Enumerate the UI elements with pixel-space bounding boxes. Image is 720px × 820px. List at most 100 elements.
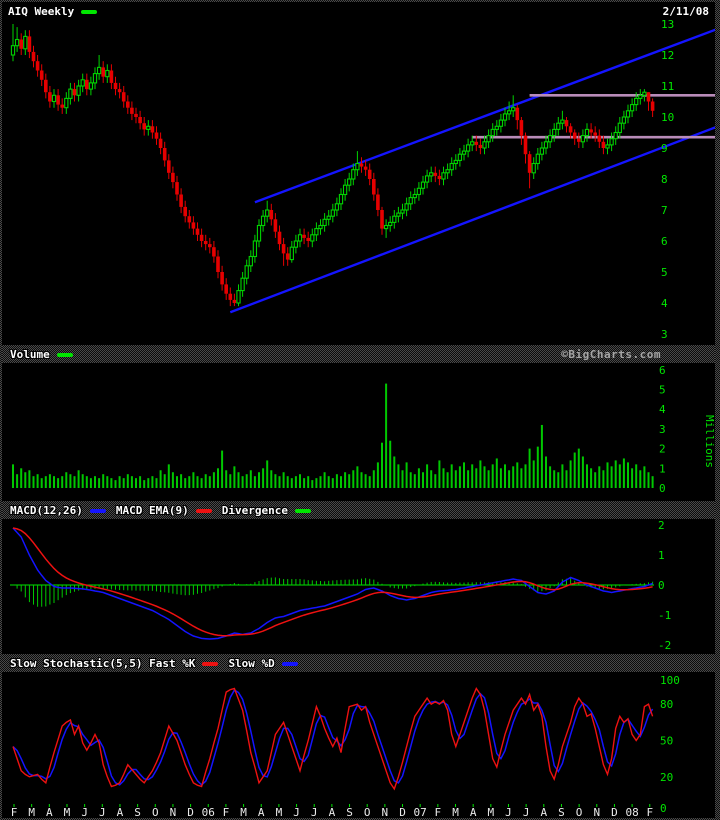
price-axis-label: 9 (661, 142, 668, 155)
price-axis-label: 11 (661, 80, 674, 93)
volume-bar (258, 472, 260, 488)
volume-bar (569, 460, 572, 488)
candle-body (498, 119, 504, 127)
candle-body (92, 73, 98, 84)
volume-bar (176, 476, 178, 488)
volume-bar (118, 476, 121, 488)
candle-body (629, 104, 635, 112)
volume-bar (618, 464, 621, 488)
candle-body (474, 141, 479, 145)
volume-bar (647, 472, 650, 488)
candle-body (285, 253, 290, 260)
candle-body (281, 244, 286, 254)
candle-body (23, 35, 28, 50)
volume-bar (94, 476, 96, 488)
volume-bar (356, 466, 359, 488)
price-axis-label: 5 (661, 266, 668, 279)
volume-bar (540, 424, 543, 488)
macd-panel-header: MACD(12,26) MACD EMA(9) Divergence (2, 501, 715, 519)
candle-body (523, 135, 528, 155)
candle-body (593, 132, 597, 136)
volume-bar (278, 476, 281, 488)
volume-bar (229, 474, 232, 488)
candle-body (326, 215, 331, 220)
volume-bar (24, 472, 27, 488)
candle-body (646, 92, 651, 102)
candle-body (437, 175, 442, 179)
volume-bar (204, 474, 207, 488)
volume-bar (114, 480, 117, 488)
candle-body (175, 182, 179, 195)
candle-body (216, 256, 220, 272)
candle-body (310, 234, 315, 242)
volume-bar (557, 472, 560, 488)
candle-body (10, 45, 16, 56)
volume-bar (327, 476, 330, 488)
volume-bar (65, 472, 68, 488)
volume-bar (253, 476, 256, 488)
macd-axis-label: 2 (658, 519, 665, 532)
volume-bar (262, 468, 265, 488)
volume-bar (590, 468, 593, 488)
volume-bar (372, 470, 375, 488)
divergence-legend-dash (294, 508, 311, 513)
candle-body (330, 209, 335, 217)
price-axis-label: 3 (661, 328, 668, 341)
candle-body (117, 89, 122, 93)
candle-body (68, 88, 73, 99)
volume-bar (393, 456, 396, 488)
volume-bar (561, 464, 564, 488)
candle-body (416, 187, 422, 196)
volume-bar (504, 464, 506, 488)
candle-body (461, 150, 467, 155)
price-axis-label: 4 (661, 297, 668, 310)
divergence-label: Divergence (221, 503, 288, 517)
candle-body (568, 126, 573, 133)
candle-body (347, 178, 352, 186)
candle-body (572, 132, 577, 139)
volume-bar (610, 466, 613, 488)
volume-bar (438, 460, 441, 488)
candle-body (511, 107, 516, 112)
volume-bar (430, 470, 433, 488)
x-tick-label: A (46, 806, 53, 818)
volume-bar (528, 448, 531, 488)
candle-body (199, 234, 204, 241)
price-axis-label: 8 (661, 173, 668, 186)
candle-body (621, 116, 627, 124)
volume-bar (171, 472, 174, 488)
price-axis-label: 7 (661, 204, 668, 217)
candle-body (400, 209, 405, 214)
candle-body (27, 36, 32, 52)
candle-body (363, 166, 368, 170)
volume-bar (516, 462, 519, 488)
stochastic-d-label: Slow %D (228, 656, 275, 670)
chart-body: AIQ Weekly 2/11/08 13 12 11 10 9 8 7 6 5 4 3 Volum… (2, 2, 715, 818)
candle-body (191, 222, 196, 229)
volume-bar (643, 466, 646, 488)
volume-bar (487, 470, 490, 488)
candle-body (441, 172, 446, 180)
stoch-k-line (12, 687, 654, 791)
x-tick-label: F (646, 806, 653, 818)
volume-bar (245, 474, 248, 488)
volume-bar (77, 470, 80, 488)
volume-bar (208, 476, 211, 488)
candle-body (547, 135, 553, 143)
volume-bar (102, 474, 105, 488)
volume-bar (241, 476, 244, 488)
volume-bar (331, 478, 334, 488)
candle-body (105, 69, 110, 78)
candle-body (252, 240, 258, 258)
volume-bar (344, 472, 347, 488)
candle-body (650, 101, 655, 111)
candle-body (625, 110, 631, 118)
price-axis-label: 6 (661, 235, 668, 248)
volume-bar (323, 472, 326, 488)
volume-bar (639, 470, 642, 488)
volume-bar (200, 478, 203, 488)
volume-bar (413, 474, 416, 488)
volume-bar (479, 460, 482, 488)
bigcharts-watermark: ©BigCharts.com (561, 347, 661, 361)
x-tick-label: S (558, 806, 565, 818)
